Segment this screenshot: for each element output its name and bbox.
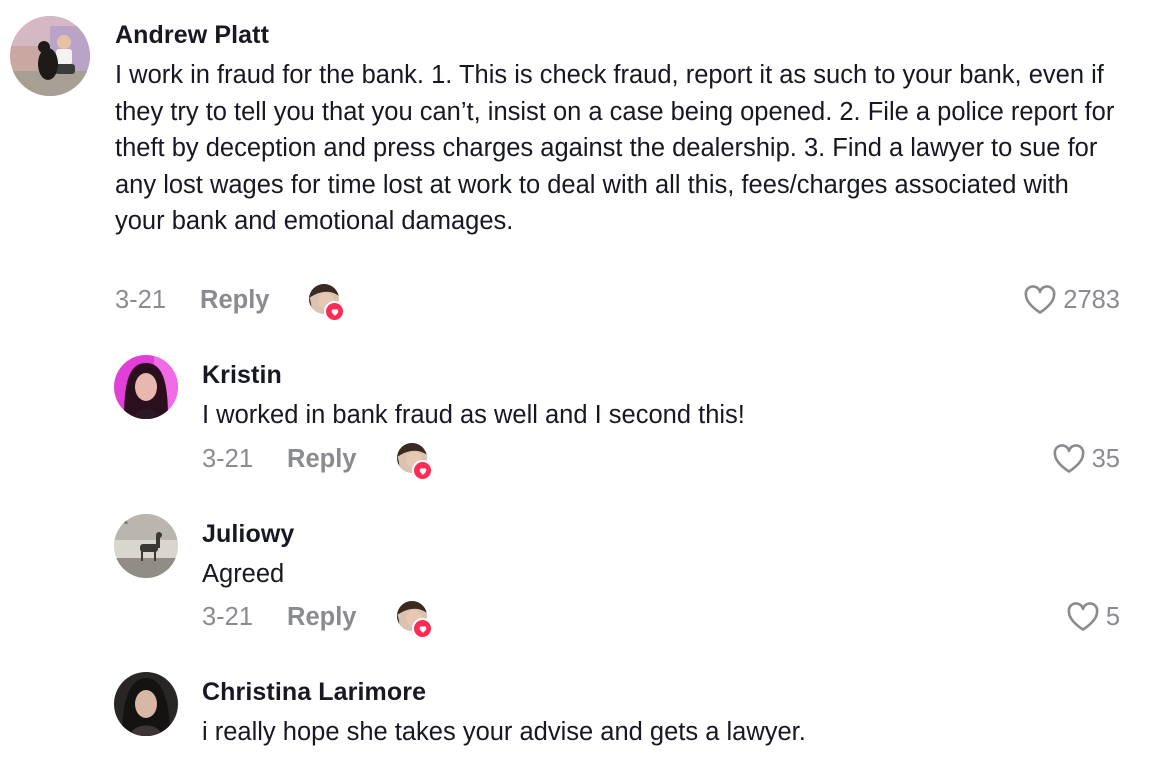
avatar[interactable] [114,514,178,578]
comment-text: Agreed [202,560,285,588]
like-button[interactable]: 35 [1052,439,1120,479]
heart-outline-icon [1066,602,1100,632]
comment-meta: 3-21 Reply [115,280,270,320]
like-count: 5 [1105,602,1120,631]
comment-date: 3-21 [202,444,254,473]
comment-username[interactable]: Kristin [202,361,282,390]
avatar[interactable] [114,672,178,736]
like-button[interactable]: 2783 [1023,280,1120,320]
reply-button[interactable]: Reply [287,445,356,474]
comment-username[interactable]: Juliowy [202,520,294,549]
creator-liked-badge [397,601,433,639]
like-count: 2783 [1063,285,1120,314]
like-button[interactable]: 5 [1066,597,1120,637]
avatar[interactable] [114,355,178,419]
comment-date: 3-21 [115,285,167,314]
creator-liked-badge [309,284,345,322]
comment-meta: 3-21 Reply [202,439,357,479]
comment-text: I worked in bank fraud as well and I sec… [202,401,745,429]
heart-filled-icon [412,460,433,481]
comment-username[interactable]: Christina Larimore [202,678,426,707]
comment-text: I work in fraud for the bank. 1. This is… [115,61,1115,235]
comment-meta: 3-21 Reply [202,597,357,637]
heart-filled-icon [324,301,345,322]
comment-date: 3-21 [202,602,254,631]
like-count: 35 [1091,444,1120,473]
creator-liked-badge [397,443,433,481]
reply-button[interactable]: Reply [287,603,356,632]
comment-text: i really hope she takes your advise and … [202,718,806,746]
reply-button[interactable]: Reply [200,286,269,315]
heart-outline-icon [1023,285,1057,315]
avatar[interactable] [10,16,90,96]
comment-username[interactable]: Andrew Platt [115,21,269,50]
heart-filled-icon [412,618,433,639]
heart-outline-icon [1052,444,1086,474]
